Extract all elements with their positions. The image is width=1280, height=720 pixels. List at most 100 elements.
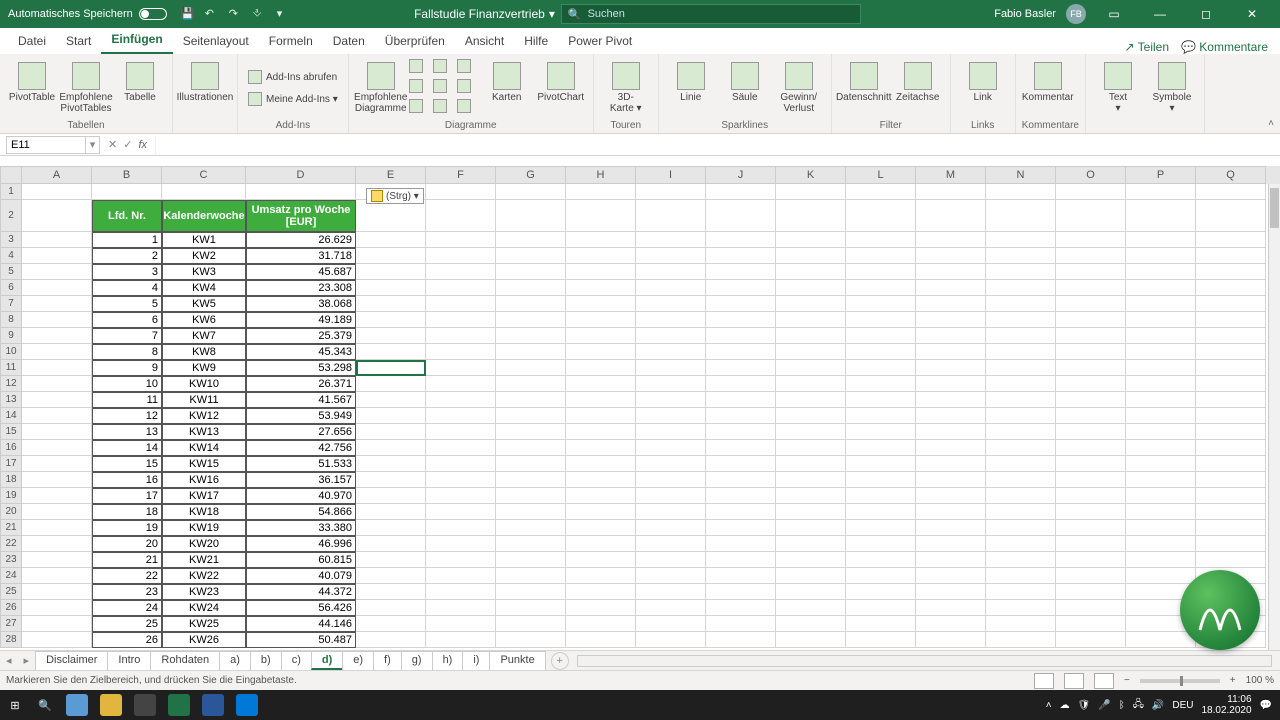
cell[interactable] bbox=[496, 344, 566, 360]
search-taskbar-icon[interactable]: 🔍 bbox=[30, 690, 60, 720]
zoom-slider[interactable] bbox=[1140, 679, 1220, 683]
ribbon-empfohlene-pivottables[interactable]: EmpfohlenePivotTables bbox=[60, 58, 112, 118]
cell[interactable]: 7 bbox=[92, 328, 162, 344]
cell[interactable] bbox=[1126, 456, 1196, 472]
cell[interactable] bbox=[916, 376, 986, 392]
cell[interactable] bbox=[426, 296, 496, 312]
cell[interactable] bbox=[1126, 344, 1196, 360]
cell[interactable] bbox=[1056, 584, 1126, 600]
cell[interactable] bbox=[706, 552, 776, 568]
cell[interactable]: 17 bbox=[92, 488, 162, 504]
close-button[interactable]: ✕ bbox=[1234, 0, 1270, 28]
cell[interactable] bbox=[706, 344, 776, 360]
cell[interactable] bbox=[776, 536, 846, 552]
cell[interactable]: 26.629 bbox=[246, 232, 356, 248]
cell[interactable] bbox=[426, 184, 496, 200]
cell[interactable] bbox=[776, 552, 846, 568]
volume-icon[interactable]: 🔊 bbox=[1152, 700, 1164, 711]
cell[interactable] bbox=[1056, 440, 1126, 456]
cell[interactable] bbox=[706, 296, 776, 312]
cell[interactable] bbox=[22, 488, 92, 504]
cell[interactable] bbox=[1196, 424, 1266, 440]
clock[interactable]: 11:0618.02.2020 bbox=[1201, 694, 1251, 716]
sheet-tab[interactable]: a) bbox=[219, 651, 251, 670]
ribbon-kommentar[interactable]: Kommentar bbox=[1022, 58, 1074, 118]
cell[interactable] bbox=[1126, 472, 1196, 488]
cell[interactable] bbox=[496, 328, 566, 344]
cell[interactable]: 18 bbox=[92, 504, 162, 520]
cell[interactable] bbox=[776, 584, 846, 600]
cell[interactable] bbox=[356, 632, 426, 648]
chart-type-icon[interactable] bbox=[409, 79, 423, 93]
cell[interactable]: 22 bbox=[92, 568, 162, 584]
cell[interactable] bbox=[986, 248, 1056, 264]
cell[interactable] bbox=[356, 584, 426, 600]
cell[interactable] bbox=[846, 536, 916, 552]
cell[interactable] bbox=[706, 504, 776, 520]
cell[interactable] bbox=[846, 232, 916, 248]
cell[interactable] bbox=[356, 568, 426, 584]
cell[interactable] bbox=[1056, 184, 1126, 200]
row-header[interactable]: 5 bbox=[0, 264, 22, 280]
cell[interactable] bbox=[916, 392, 986, 408]
cell[interactable]: 20 bbox=[92, 536, 162, 552]
cell[interactable] bbox=[986, 536, 1056, 552]
row-header[interactable]: 6 bbox=[0, 280, 22, 296]
row-header[interactable]: 16 bbox=[0, 440, 22, 456]
cell[interactable]: 38.068 bbox=[246, 296, 356, 312]
cell[interactable] bbox=[566, 232, 636, 248]
cell[interactable] bbox=[636, 408, 706, 424]
cell[interactable] bbox=[496, 632, 566, 648]
cell[interactable] bbox=[846, 328, 916, 344]
cell[interactable] bbox=[22, 616, 92, 632]
cell[interactable] bbox=[916, 264, 986, 280]
cell[interactable] bbox=[1196, 376, 1266, 392]
cell[interactable] bbox=[496, 440, 566, 456]
cell[interactable] bbox=[566, 536, 636, 552]
row-header[interactable]: 13 bbox=[0, 392, 22, 408]
cell[interactable] bbox=[356, 552, 426, 568]
cell[interactable] bbox=[426, 488, 496, 504]
cell[interactable] bbox=[1126, 408, 1196, 424]
cell[interactable] bbox=[1056, 456, 1126, 472]
cell[interactable] bbox=[846, 616, 916, 632]
cell[interactable]: 15 bbox=[92, 456, 162, 472]
cell[interactable]: KW24 bbox=[162, 600, 246, 616]
cell[interactable]: 45.343 bbox=[246, 344, 356, 360]
cell[interactable] bbox=[776, 232, 846, 248]
cell[interactable]: KW4 bbox=[162, 280, 246, 296]
cell[interactable]: KW26 bbox=[162, 632, 246, 648]
cell[interactable] bbox=[356, 600, 426, 616]
cell[interactable] bbox=[846, 360, 916, 376]
cell[interactable] bbox=[426, 200, 496, 232]
cell[interactable] bbox=[636, 312, 706, 328]
cell[interactable] bbox=[1196, 248, 1266, 264]
cell[interactable] bbox=[636, 424, 706, 440]
row-header[interactable]: 2 bbox=[0, 200, 22, 232]
cell[interactable]: KW16 bbox=[162, 472, 246, 488]
cell[interactable] bbox=[916, 424, 986, 440]
cell[interactable]: 16 bbox=[92, 472, 162, 488]
cell[interactable] bbox=[1126, 488, 1196, 504]
cell[interactable] bbox=[916, 568, 986, 584]
cell[interactable] bbox=[846, 488, 916, 504]
cell[interactable] bbox=[566, 360, 636, 376]
cell[interactable] bbox=[776, 264, 846, 280]
cell[interactable]: 9 bbox=[92, 360, 162, 376]
cell[interactable] bbox=[566, 200, 636, 232]
cell[interactable] bbox=[356, 328, 426, 344]
cell[interactable] bbox=[496, 568, 566, 584]
cell[interactable]: 19 bbox=[92, 520, 162, 536]
ribbon-mode-icon[interactable]: ▭ bbox=[1096, 0, 1132, 28]
cell[interactable] bbox=[986, 280, 1056, 296]
cell[interactable]: 53.949 bbox=[246, 408, 356, 424]
cell[interactable]: 40.970 bbox=[246, 488, 356, 504]
cell[interactable]: 24 bbox=[92, 600, 162, 616]
view-normal-button[interactable] bbox=[1034, 673, 1054, 689]
row-header[interactable]: 15 bbox=[0, 424, 22, 440]
cell[interactable] bbox=[566, 392, 636, 408]
cell[interactable] bbox=[636, 504, 706, 520]
cell[interactable] bbox=[986, 568, 1056, 584]
cell[interactable] bbox=[776, 344, 846, 360]
undo-icon[interactable]: ↶ bbox=[205, 7, 219, 21]
